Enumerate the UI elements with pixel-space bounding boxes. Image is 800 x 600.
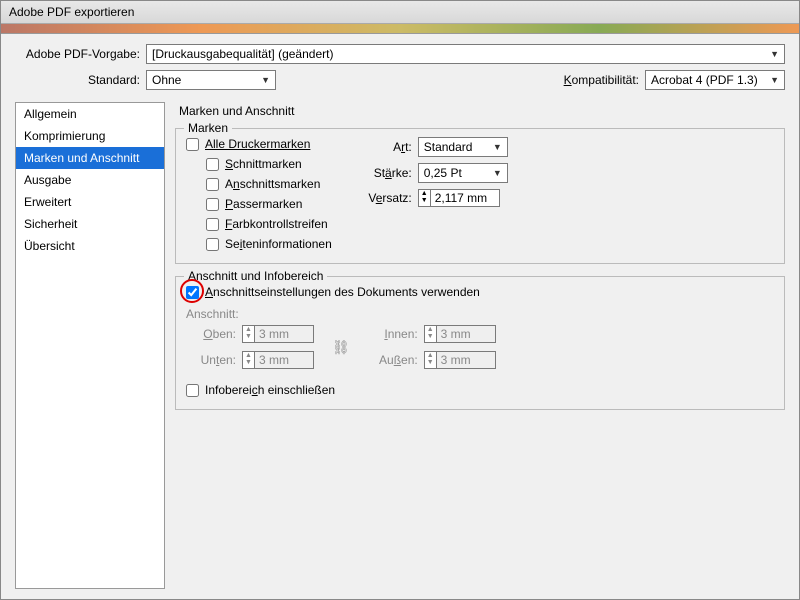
sidebar-item-sicherheit[interactable]: Sicherheit	[16, 213, 164, 235]
art-select[interactable]: Standard ▼	[418, 137, 508, 157]
compat-select[interactable]: Acrobat 4 (PDF 1.3) ▼	[645, 70, 785, 90]
anschnitt-label: Anschnittsmarken	[225, 177, 320, 191]
seiten-label: Seiteninformationen	[225, 237, 332, 251]
sidebar-item-ausgabe[interactable]: Ausgabe	[16, 169, 164, 191]
farb-label: Farbkontrollstreifen	[225, 217, 328, 231]
anschnitt-checkbox[interactable]	[206, 178, 219, 191]
sidebar-item-komprimierung[interactable]: Komprimierung	[16, 125, 164, 147]
passer-checkbox[interactable]	[206, 198, 219, 211]
passer-label: Passermarken	[225, 197, 302, 211]
aussen-input	[436, 351, 496, 369]
compat-label: Kompatibilität:	[564, 73, 639, 87]
unten-input	[254, 351, 314, 369]
innen-label: Innen:	[368, 327, 418, 341]
bleed-group: Anschnitt und Infobereich Anschnittseins…	[175, 276, 785, 410]
standard-value: Ohne	[152, 73, 181, 87]
all-marks-checkbox[interactable]	[186, 138, 199, 151]
up-icon[interactable]: ▲	[419, 190, 430, 197]
marks-group: Marken Alle Druckermarken Schnittmarken …	[175, 128, 785, 264]
schnitt-label: Schnittmarken	[225, 157, 302, 171]
compat-value: Acrobat 4 (PDF 1.3)	[651, 73, 758, 87]
innen-spinner: ▲▼	[424, 325, 496, 343]
preset-value: [Druckausgabequalität] (geändert)	[152, 47, 333, 61]
schnitt-checkbox[interactable]	[206, 158, 219, 171]
sidebar-item-uebersicht[interactable]: Übersicht	[16, 235, 164, 257]
bleed-fields: Anschnitt: Oben: ▲▼ Unten: ▲▼ ⛓	[186, 307, 774, 369]
sidebar: Allgemein Komprimierung Marken und Ansch…	[15, 102, 165, 589]
preset-label: Adobe PDF-Vorgabe:	[15, 47, 140, 61]
versatz-label: Versatz:	[362, 191, 412, 205]
chevron-down-icon: ▼	[493, 142, 502, 152]
chevron-down-icon: ▼	[770, 49, 779, 59]
info-area-label: Infobereich einschließen	[205, 383, 335, 397]
sidebar-item-erweitert[interactable]: Erweitert	[16, 191, 164, 213]
oben-input	[254, 325, 314, 343]
staerke-label: Stärke:	[362, 166, 412, 180]
use-doc-bleed-checkbox[interactable]	[186, 286, 199, 299]
art-label: Art:	[362, 140, 412, 154]
content-pane: Marken und Anschnitt Marken Alle Drucker…	[175, 102, 785, 589]
unten-label: Unten:	[186, 353, 236, 367]
preset-row: Adobe PDF-Vorgabe: [Druckausgabequalität…	[15, 44, 785, 64]
sidebar-item-marken[interactable]: Marken und Anschnitt	[16, 147, 164, 169]
export-pdf-dialog: Adobe PDF exportieren Adobe PDF-Vorgabe:…	[0, 0, 800, 600]
staerke-select[interactable]: 0,25 Pt ▼	[418, 163, 508, 183]
art-value: Standard	[424, 140, 473, 154]
window-decor	[1, 24, 799, 34]
use-doc-bleed-label: Anschnittseinstellungen des Dokuments ve…	[205, 285, 480, 299]
standard-select[interactable]: Ohne ▼	[146, 70, 276, 90]
link-icon: ⛓	[324, 339, 358, 356]
preset-select[interactable]: [Druckausgabequalität] (geändert) ▼	[146, 44, 785, 64]
bleed-group-title: Anschnitt und Infobereich	[184, 269, 327, 283]
chevron-down-icon: ▼	[770, 75, 779, 85]
main-area: Allgemein Komprimierung Marken und Ansch…	[15, 102, 785, 589]
standard-compat-row: Standard: Ohne ▼ Kompatibilität: Acrobat…	[15, 70, 785, 90]
bleed-subhead: Anschnitt:	[186, 307, 774, 321]
dialog-body: Adobe PDF-Vorgabe: [Druckausgabequalität…	[1, 34, 799, 599]
aussen-spinner: ▲▼	[424, 351, 496, 369]
aussen-label: Außen:	[368, 353, 418, 367]
standard-label: Standard:	[15, 73, 140, 87]
seiten-checkbox[interactable]	[206, 238, 219, 251]
unten-spinner: ▲▼	[242, 351, 314, 369]
chevron-down-icon: ▼	[261, 75, 270, 85]
versatz-input[interactable]	[430, 189, 500, 207]
all-marks-label: Alle Druckermarken	[205, 137, 310, 151]
marks-group-title: Marken	[184, 121, 232, 135]
down-icon[interactable]: ▼	[419, 197, 430, 204]
page-heading: Marken und Anschnitt	[179, 104, 785, 118]
oben-spinner: ▲▼	[242, 325, 314, 343]
window-title: Adobe PDF exportieren	[1, 1, 799, 24]
versatz-spinner[interactable]: ▲▼	[418, 189, 500, 207]
innen-input	[436, 325, 496, 343]
farb-checkbox[interactable]	[206, 218, 219, 231]
sidebar-item-allgemein[interactable]: Allgemein	[16, 103, 164, 125]
chevron-down-icon: ▼	[493, 168, 502, 178]
oben-label: Oben:	[186, 327, 236, 341]
info-area-checkbox[interactable]	[186, 384, 199, 397]
staerke-value: 0,25 Pt	[424, 166, 462, 180]
